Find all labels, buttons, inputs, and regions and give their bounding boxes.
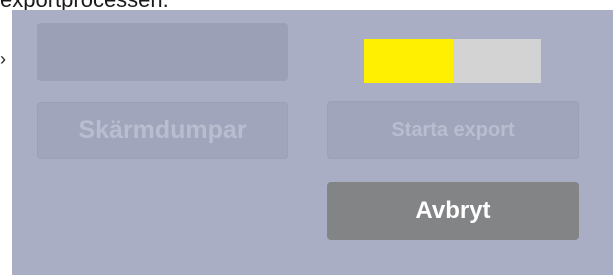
empty-button[interactable]	[37, 23, 288, 81]
cancel-button[interactable]: Avbryt	[327, 182, 579, 240]
chevron-right-icon: ›	[0, 49, 6, 69]
screenshots-button[interactable]: Skärmdumpar	[37, 102, 288, 159]
screen: exportprocessen. › Skärmdumpar Starta ex…	[0, 0, 613, 275]
export-dialog: Skärmdumpar Starta export Avbryt	[12, 10, 613, 275]
start-export-button[interactable]: Starta export	[327, 101, 579, 159]
progress-fill	[364, 39, 453, 83]
export-progress-bar	[364, 39, 541, 83]
